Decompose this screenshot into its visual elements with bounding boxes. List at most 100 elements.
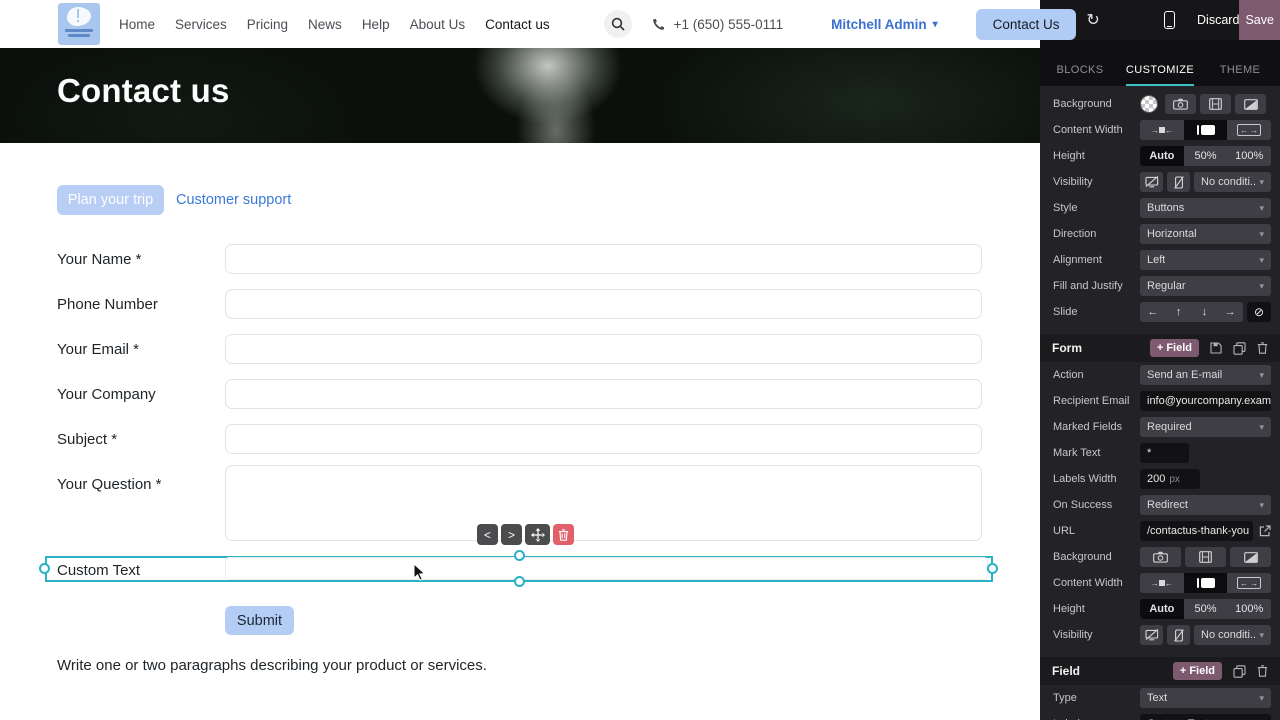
open-url-button[interactable] <box>1259 525 1271 537</box>
trash-icon <box>1257 665 1268 677</box>
tab-customer-support[interactable]: Customer support <box>176 192 291 208</box>
hide-mobile-button[interactable] <box>1167 172 1190 192</box>
submit-button[interactable]: Submit <box>225 606 294 635</box>
on-success-dropdown[interactable]: Redirect ▾ <box>1140 495 1271 515</box>
slide-right-button[interactable]: → <box>1217 302 1243 322</box>
nav-item-home[interactable]: Home <box>119 17 155 32</box>
logo-text-line <box>68 34 90 37</box>
tab-blocks[interactable]: BLOCKS <box>1040 40 1120 86</box>
phone-number[interactable]: +1 (650) 555-0111 <box>674 17 783 32</box>
name-input[interactable] <box>225 244 982 274</box>
mark-text-input[interactable]: * <box>1140 443 1189 463</box>
nav-item-help[interactable]: Help <box>362 17 390 32</box>
discard-button[interactable]: Discard <box>1197 13 1239 27</box>
tab-plan-your-trip[interactable]: Plan your trip <box>57 185 164 215</box>
duplicate-field-button[interactable] <box>1233 664 1246 678</box>
slide-left-button[interactable]: ← <box>1140 302 1166 322</box>
delete-block-button[interactable] <box>1257 342 1268 354</box>
drag-handle-button[interactable] <box>525 524 550 545</box>
background-color-swatch[interactable] <box>1140 95 1158 113</box>
form-content-width-regular-button[interactable] <box>1183 573 1228 593</box>
move-prev-button[interactable]: < <box>477 524 498 545</box>
user-menu[interactable]: Mitchell Admin ▾ <box>831 17 938 32</box>
field-label-phone: Phone Number <box>57 296 158 313</box>
save-button[interactable]: Save <box>1239 0 1280 40</box>
form-height-100-button[interactable]: 100% <box>1227 599 1271 619</box>
field-add-field-button[interactable]: + Field <box>1172 662 1222 680</box>
label-input[interactable]: Custom Text <box>1140 714 1271 720</box>
chevron-down-icon: ▾ <box>1259 499 1264 510</box>
style-dropdown[interactable]: Buttons ▾ <box>1140 198 1271 218</box>
redo-icon[interactable]: ↻ <box>1086 10 1099 30</box>
content-width-regular-button[interactable] <box>1183 120 1228 140</box>
height-50-button[interactable]: 50% <box>1184 146 1228 166</box>
form-background-gradient-button[interactable] <box>1230 547 1271 567</box>
form-content-width-narrow-button[interactable]: → ← <box>1140 573 1184 593</box>
background-video-button[interactable] <box>1200 94 1231 114</box>
direction-dropdown[interactable]: Horizontal ▾ <box>1140 224 1271 244</box>
resize-handle-left[interactable] <box>39 563 50 574</box>
duplicate-block-button[interactable] <box>1233 341 1246 355</box>
form-height-50-button[interactable]: 50% <box>1184 599 1228 619</box>
form-hide-mobile-button[interactable] <box>1167 625 1190 645</box>
row-form-background: Background <box>1040 544 1280 570</box>
page-title: Contact us <box>57 72 230 109</box>
slide-down-button[interactable]: ↓ <box>1192 302 1218 322</box>
form-background-video-button[interactable] <box>1185 547 1226 567</box>
height-100-button[interactable]: 100% <box>1227 146 1271 166</box>
contact-us-button[interactable]: Contact Us <box>975 8 1077 40</box>
visibility-condition-dropdown[interactable]: No conditi... ▾ <box>1194 172 1271 192</box>
px-unit-label: px <box>1169 473 1180 485</box>
nav-item-contact-us[interactable]: Contact us <box>485 17 550 32</box>
row-fill-justify: Fill and Justify Regular ▾ <box>1040 273 1280 299</box>
tab-customize[interactable]: CUSTOMIZE <box>1120 40 1200 86</box>
delete-element-button[interactable] <box>553 524 574 545</box>
question-textarea[interactable] <box>225 465 982 541</box>
action-dropdown[interactable]: Send an E-mail ▾ <box>1140 365 1271 385</box>
add-field-button[interactable]: + Field <box>1149 339 1199 357</box>
nav-item-services[interactable]: Services <box>175 17 227 32</box>
marked-fields-dropdown[interactable]: Required ▾ <box>1140 417 1271 437</box>
phone-input[interactable] <box>225 289 982 319</box>
labels-width-input[interactable]: 200 px <box>1140 469 1200 489</box>
resize-handle-right[interactable] <box>987 563 998 574</box>
fill-justify-dropdown[interactable]: Regular ▾ <box>1140 276 1271 296</box>
background-image-button[interactable] <box>1165 94 1196 114</box>
company-input[interactable] <box>225 379 982 409</box>
form-hide-desktop-button[interactable] <box>1140 625 1163 645</box>
content-width-full-button[interactable]: ← → <box>1227 120 1271 140</box>
save-block-button[interactable] <box>1210 342 1222 354</box>
form-background-image-button[interactable] <box>1140 547 1181 567</box>
custom-text-input[interactable] <box>225 557 988 580</box>
search-button[interactable] <box>603 10 632 38</box>
background-gradient-button[interactable] <box>1235 94 1266 114</box>
mobile-preview-icon[interactable] <box>1163 11 1176 29</box>
subject-input[interactable] <box>225 424 982 454</box>
form-visibility-condition-dropdown[interactable]: No conditi... ▾ <box>1194 625 1271 645</box>
move-next-button[interactable]: > <box>501 524 522 545</box>
row-on-success: On Success Redirect ▾ <box>1040 492 1280 518</box>
resize-handle-top[interactable] <box>514 550 525 561</box>
alignment-dropdown[interactable]: Left ▾ <box>1140 250 1271 270</box>
delete-field-button[interactable] <box>1257 665 1268 677</box>
slide-direction-group: ← ↑ ↓ → <box>1140 302 1243 322</box>
site-logo[interactable] <box>58 3 100 45</box>
slide-none-button[interactable]: ⊘ <box>1247 302 1271 322</box>
nav-item-pricing[interactable]: Pricing <box>247 17 288 32</box>
resize-handle-bottom[interactable] <box>514 576 525 587</box>
nav-item-about-us[interactable]: About Us <box>410 17 466 32</box>
type-dropdown[interactable]: Text ▾ <box>1140 688 1271 708</box>
form-content-width-full-button[interactable]: ← → <box>1227 573 1271 593</box>
email-input[interactable] <box>225 334 982 364</box>
url-input[interactable]: /contactus-thank-you <box>1140 521 1253 541</box>
tab-theme[interactable]: THEME <box>1200 40 1280 86</box>
chevron-down-icon: ▾ <box>1259 176 1264 187</box>
slide-up-button[interactable]: ↑ <box>1166 302 1192 322</box>
content-width-narrow-button[interactable]: → ← <box>1140 120 1184 140</box>
logo-shape-icon <box>67 7 91 26</box>
height-auto-button[interactable]: Auto <box>1140 146 1184 166</box>
hide-desktop-button[interactable] <box>1140 172 1163 192</box>
recipient-email-input[interactable]: info@yourcompany.examp <box>1140 391 1271 411</box>
form-height-auto-button[interactable]: Auto <box>1140 599 1184 619</box>
nav-item-news[interactable]: News <box>308 17 342 32</box>
